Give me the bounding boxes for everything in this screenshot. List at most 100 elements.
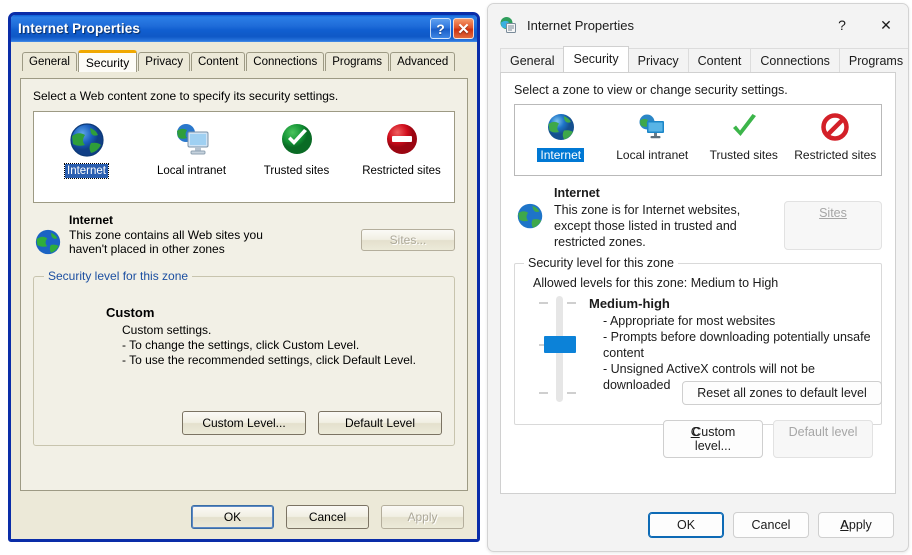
slider-thumb[interactable] xyxy=(544,336,576,353)
internet-properties-icon xyxy=(499,16,517,34)
security-tab-page: Select a zone to view or change security… xyxy=(500,72,896,494)
tab-content[interactable]: Content xyxy=(190,52,246,71)
zone-list[interactable]: Internet Local intranet Trusted sites Re… xyxy=(514,104,882,176)
tab-security[interactable]: Security xyxy=(77,50,138,72)
globe-icon xyxy=(33,213,67,260)
zone-info-desc-line1: This zone contains all Web sites you xyxy=(69,228,263,242)
tab-general[interactable]: General xyxy=(500,48,565,72)
tab-advanced[interactable]: Advanced xyxy=(390,52,456,71)
globe-icon xyxy=(514,185,554,250)
tab-programs[interactable]: Programs xyxy=(838,48,908,72)
title-bar[interactable]: Internet Properties ? ✕ xyxy=(11,15,477,42)
level-desc-line3: - To use the recommended settings, click… xyxy=(122,353,416,367)
zone-info-text: Internet This zone contains all Web site… xyxy=(67,213,361,256)
zone-info: Internet This zone contains all Web site… xyxy=(33,213,455,260)
zone-label: Restricted sites xyxy=(362,165,441,177)
zone-item-internet[interactable]: Internet xyxy=(515,111,607,175)
zone-info-desc-line2: haven't placed in other zones xyxy=(69,242,225,256)
intranet-icon xyxy=(607,111,699,148)
zone-info-text: Internet This zone is for Internet websi… xyxy=(554,185,784,250)
security-level-legend: Security level for this zone xyxy=(44,269,193,283)
zone-item-restricted-sites[interactable]: Restricted sites xyxy=(349,119,454,202)
security-level-name: Custom xyxy=(106,305,155,320)
dialog-footer: OK Cancel Apply xyxy=(191,505,464,529)
check-circle-icon xyxy=(244,119,349,164)
zone-label: Internet xyxy=(64,163,109,179)
tab-programs[interactable]: Programs xyxy=(325,52,390,71)
level-desc-line2: - To change the settings, click Custom L… xyxy=(122,338,360,352)
reset-zones-row: Reset all zones to default level xyxy=(682,381,882,405)
security-level-group: Security level for this zone Custom Cust… xyxy=(33,269,455,446)
tab-privacy[interactable]: Privacy xyxy=(627,48,689,72)
check-icon xyxy=(698,111,790,148)
ok-button[interactable]: OK xyxy=(191,505,274,529)
zone-item-local-intranet[interactable]: Local intranet xyxy=(139,119,244,202)
title-bar[interactable]: Internet Properties ? ✕ xyxy=(488,4,908,46)
security-level-buttons: Custom Level... Default Level xyxy=(182,411,442,435)
tab-bar: General Security Privacy Content Connect… xyxy=(488,46,908,72)
level-desc-line3: content xyxy=(603,346,645,360)
cancel-button[interactable]: Cancel xyxy=(733,512,809,538)
zone-item-trusted-sites[interactable]: Trusted sites xyxy=(698,111,790,175)
zone-item-restricted-sites[interactable]: Restricted sites xyxy=(790,111,882,175)
zone-info: Internet This zone is for Internet websi… xyxy=(514,185,882,250)
apply-button[interactable]: Apply xyxy=(381,505,464,529)
intranet-icon xyxy=(139,119,244,164)
dialog-body: General Security Privacy Content Connect… xyxy=(11,42,477,539)
window-title: Internet Properties xyxy=(527,17,634,33)
zone-label: Local intranet xyxy=(616,148,689,162)
sites-button[interactable]: Sites... xyxy=(361,229,455,251)
security-level-name: Medium-high xyxy=(589,296,670,311)
dialog-footer: OK Cancel AApply xyxy=(648,512,894,538)
window-title: Internet Properties xyxy=(18,21,140,36)
zone-info-desc-line2: except those listed in trusted and xyxy=(554,219,737,233)
cancel-button[interactable]: Cancel xyxy=(286,505,369,529)
zone-item-local-intranet[interactable]: Local intranet xyxy=(607,111,699,175)
apply-button[interactable]: AApply xyxy=(818,512,894,538)
level-desc-line1: Custom settings. xyxy=(122,323,212,337)
help-icon[interactable]: ? xyxy=(820,9,864,41)
tab-general[interactable]: General xyxy=(22,52,77,71)
zone-item-trusted-sites[interactable]: Trusted sites xyxy=(244,119,349,202)
security-level-slider[interactable] xyxy=(531,296,585,402)
zone-label: Restricted sites xyxy=(794,148,877,162)
globe-icon xyxy=(34,119,139,164)
custom-level-button[interactable]: CCustom level... xyxy=(663,420,763,458)
slider-tick xyxy=(567,392,576,394)
reset-all-zones-button[interactable]: Reset all zones to default level xyxy=(682,381,882,405)
close-icon[interactable]: ✕ xyxy=(864,9,908,41)
sites-button-label: Sites xyxy=(819,206,847,220)
globe-icon xyxy=(515,111,607,148)
tab-content[interactable]: Content xyxy=(687,48,752,72)
zone-label: Local intranet xyxy=(156,165,227,177)
sites-button[interactable]: Sites xyxy=(784,201,882,250)
close-icon[interactable]: ✕ xyxy=(453,18,474,39)
ok-button[interactable]: OK xyxy=(648,512,724,538)
security-tab-page: Select a Web content zone to specify its… xyxy=(20,78,468,491)
default-level-button[interactable]: Default level xyxy=(773,420,873,458)
no-entry-icon xyxy=(349,119,454,164)
custom-level-label-rest: Custom level... xyxy=(692,425,736,453)
tab-privacy[interactable]: Privacy xyxy=(138,52,190,71)
security-level-description: Custom settings. - To change the setting… xyxy=(122,323,442,368)
zone-select-caption: Select a Web content zone to specify its… xyxy=(33,89,339,103)
tab-connections[interactable]: Connections xyxy=(750,48,840,72)
default-level-button[interactable]: Default Level xyxy=(318,411,442,435)
custom-level-button[interactable]: Custom Level... xyxy=(182,411,306,435)
allowed-levels-text: Allowed levels for this zone: Medium to … xyxy=(533,276,779,290)
zone-select-caption: Select a zone to view or change security… xyxy=(514,83,788,97)
zone-item-internet[interactable]: Internet xyxy=(34,119,139,202)
internet-properties-dialog-xp[interactable]: Internet Properties ? ✕ General Security… xyxy=(8,12,480,542)
level-desc-line2: - Prompts before downloading potentially… xyxy=(603,330,871,344)
help-icon[interactable]: ? xyxy=(430,18,451,39)
tab-security[interactable]: Security xyxy=(563,46,629,72)
zone-list[interactable]: Internet Local intranet Trusted sites Re… xyxy=(33,111,455,203)
zone-info-name: Internet xyxy=(554,186,600,200)
zone-label: Trusted sites xyxy=(263,165,330,177)
tab-connections[interactable]: Connections xyxy=(246,52,325,71)
zone-info-desc-line3: restricted zones. xyxy=(554,235,646,249)
zone-info-name: Internet xyxy=(69,213,114,227)
zone-label: Internet xyxy=(537,148,585,162)
internet-properties-dialog-win11[interactable]: Internet Properties ? ✕ General Security… xyxy=(487,3,909,552)
zone-label: Trusted sites xyxy=(709,148,778,162)
